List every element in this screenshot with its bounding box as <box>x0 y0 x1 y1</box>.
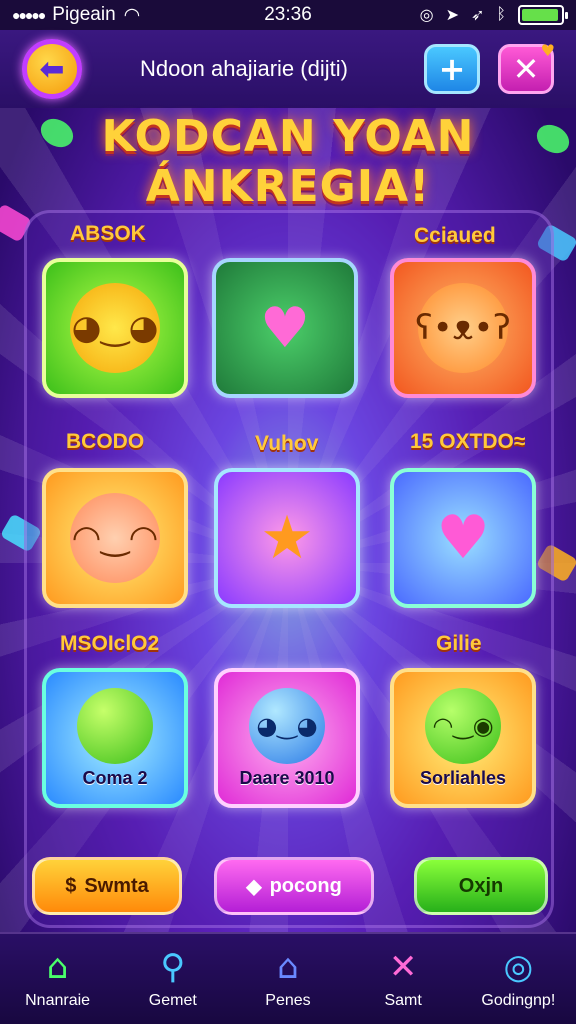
dollar-icon: $ <box>65 874 77 897</box>
orange-star-tile[interactable]: ★ <box>214 468 360 608</box>
add-button[interactable]: + <box>424 44 480 94</box>
tile-caption: Daare 3010 <box>239 767 335 788</box>
house-icon: ⌂ <box>277 947 299 987</box>
nav-item-target[interactable]: ◎ Godingnp! <box>463 948 573 1010</box>
button-label: Swmta <box>84 874 149 897</box>
lion-icon: ʕ•ᴥ•ʔ <box>415 283 511 373</box>
banner-title: KODCAN YOAN ÁNKREGIA! <box>0 112 576 212</box>
bottom-nav: ⌂ Nnanraie ⚲ Gemet ⌂ Penes ✕ Samt ◎ Godi… <box>0 932 576 1024</box>
yellow-creature-tile[interactable]: ◕‿◕ <box>42 258 188 398</box>
category-label: Vuhov <box>255 432 319 455</box>
search-icon: ⚲ <box>160 947 186 987</box>
girl-icon: ◠‿◠ <box>70 493 160 583</box>
category-label: Gilie <box>436 632 482 655</box>
header-bar: ⬅ Ndoon ahajiarie (dijti) + ✕ ♥ <box>0 30 576 108</box>
carrier-name: Pigeain <box>52 4 116 25</box>
nav-item-penes[interactable]: ⌂ Penes <box>233 948 343 1010</box>
status-time: 23:36 <box>264 4 312 25</box>
plus-icon: + <box>438 50 466 88</box>
category-label: ABSOK <box>70 222 146 245</box>
close-icon: ✕ <box>512 50 540 88</box>
star-icon: ★ <box>260 503 314 573</box>
battery-fill <box>522 9 559 21</box>
tile-caption: Coma 2 <box>82 767 148 788</box>
battery-icon <box>518 5 568 25</box>
tools-icon: ✕ <box>388 947 418 987</box>
wifi-icon: ◠ <box>123 4 141 26</box>
heart-icon: ♥ <box>436 503 490 573</box>
heart-icon: ♥ <box>259 295 311 361</box>
banner-line-2: ÁNKREGIA! <box>145 161 431 212</box>
home-icon: ⌂ <box>46 947 69 987</box>
header-title: Ndoon ahajiarie (dijti) <box>140 56 348 81</box>
nav-label: Nnanraie <box>25 992 91 1009</box>
pink-heart-tile[interactable]: ♥ <box>390 468 536 608</box>
nav-item-home[interactable]: ⌂ Nnanraie <box>3 948 113 1010</box>
creature-icon: ◕‿◕ <box>70 283 160 373</box>
green-ball-tile[interactable]: Coma 2 <box>42 668 188 808</box>
tile-caption: Sorliahles <box>419 767 507 788</box>
globe-face-tile[interactable]: ◕‿◕ Daare 3010 <box>214 668 360 808</box>
globe-icon: ◕‿◕ <box>249 687 325 764</box>
pocong-button[interactable]: ◆ pocong <box>214 857 374 915</box>
nav-item-samt[interactable]: ✕ Samt <box>348 948 458 1010</box>
target-icon: ◎ <box>503 947 534 987</box>
bluetooth-icon: ᛒ <box>496 6 506 23</box>
oxjn-button[interactable]: Oxjn <box>414 857 548 915</box>
swmta-button[interactable]: $ Swmta <box>32 857 182 915</box>
location-icon: ➤ <box>445 7 459 24</box>
category-label: Cciaued <box>414 224 496 247</box>
category-label: MSOIclO2 <box>60 632 160 655</box>
alarm-icon: ◎ <box>419 7 434 24</box>
category-label: 15 OXTDO≈ <box>410 430 526 453</box>
close-button[interactable]: ✕ ♥ <box>498 41 555 94</box>
nav-label: Godingnp! <box>481 992 556 1009</box>
nav-label: Samt <box>384 992 422 1009</box>
button-label: pocong <box>269 874 342 897</box>
nav-label: Gemet <box>148 992 197 1009</box>
nav-item-search[interactable]: ⚲ Gemet <box>118 948 228 1010</box>
button-label: Oxjn <box>458 874 504 897</box>
heart-board-tile[interactable]: ♥ <box>212 258 358 398</box>
nav-label: Penes <box>265 992 311 1009</box>
signal-dots-icon: ●●●●● <box>12 7 46 23</box>
location-icon: ➶ <box>470 7 485 24</box>
smiley-icon: ◠‿◉ <box>425 687 501 764</box>
status-bar: ●●●●● Pigeain ◠ 23:36 ◎ ➤ ➶ ᛒ <box>0 0 576 30</box>
girl-character-tile[interactable]: ◠‿◠ <box>42 468 188 608</box>
planet-icon <box>77 687 153 764</box>
heart-badge-icon: ♥ <box>540 41 555 60</box>
back-button[interactable]: ⬅ <box>22 39 82 99</box>
green-smiley-tile[interactable]: ◠‿◉ Sorliahles <box>390 668 536 808</box>
lion-cub-tile[interactable]: ʕ•ᴥ•ʔ <box>390 258 536 398</box>
arrow-left-icon: ⬅ <box>39 51 65 87</box>
banner-line-1: KODCAN YOAN <box>101 111 475 162</box>
category-label: BCODO <box>66 430 145 453</box>
diamond-icon: ◆ <box>246 875 262 898</box>
